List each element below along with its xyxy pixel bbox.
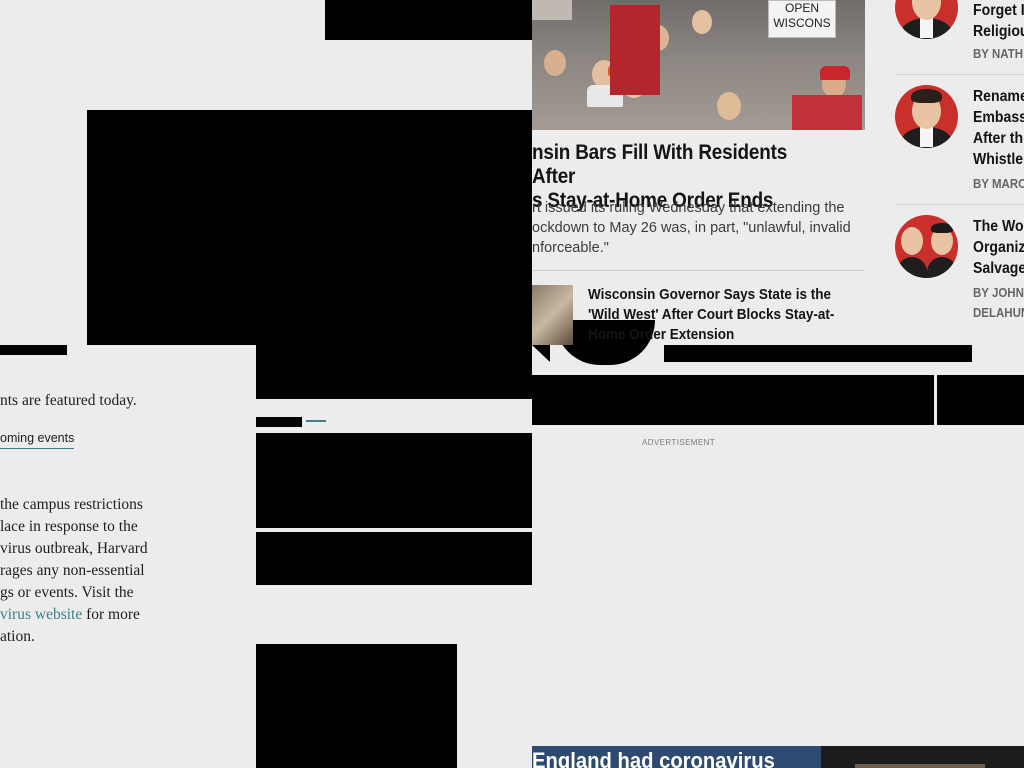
sidebar-title-line: Salvage <box>973 260 1024 277</box>
sidebar-title-line: Whistle <box>973 151 1024 168</box>
notice-line: ation. <box>0 628 35 645</box>
sidebar-story-title[interactable]: Forget I Religiou <box>973 0 1024 42</box>
article-summary: rt issued its ruling Wednesday that exte… <box>532 198 862 258</box>
sidebar-title-line: The Wo <box>973 218 1024 235</box>
sidebar-title-line: Religiou <box>973 23 1024 40</box>
advertisement-label: ADVERTISEMENT <box>642 438 716 447</box>
banner-text: England had coronavirus <box>532 748 775 768</box>
author-avatar[interactable] <box>895 85 958 148</box>
redacted-block <box>256 644 457 768</box>
redacted-block <box>937 375 1024 425</box>
crowd-face <box>544 50 566 76</box>
divider <box>895 204 1024 205</box>
video-banner[interactable]: England had coronavirus <box>532 746 821 768</box>
notice-line: lace in response to the <box>0 518 138 535</box>
notice-line: rages any non-essential <box>0 562 145 579</box>
divider <box>532 270 865 271</box>
crowd-face <box>692 10 712 34</box>
crowd-sign <box>532 0 572 20</box>
notice-line: virus outbreak, Harvard <box>0 540 148 557</box>
summary-line: rt issued its ruling Wednesday that exte… <box>532 200 845 216</box>
sidebar-title-line: Organiz <box>973 239 1024 256</box>
summary-line: nforceable." <box>532 240 609 256</box>
headline-line: nsin Bars Fill With Residents After <box>532 141 788 188</box>
carousel-indicator[interactable] <box>306 420 326 422</box>
summary-line: ockdown to May 26 was, in part, "unlawfu… <box>532 220 851 236</box>
redacted-block <box>256 433 532 528</box>
protest-sign: OPEN WISCONS <box>768 0 836 38</box>
sidebar-story-byline[interactable]: BY JOHN DELAHUN <box>973 283 1024 323</box>
related-article-thumbnail[interactable] <box>532 285 573 345</box>
sidebar-byline-line: BY JOHN <box>973 286 1024 300</box>
video-thumbnail[interactable] <box>821 746 1024 768</box>
crowd-jacket <box>610 5 660 95</box>
sidebar-title-line: Rename <box>973 88 1024 105</box>
author-avatar[interactable] <box>895 215 958 278</box>
coronavirus-website-link[interactable]: virus website <box>0 606 82 623</box>
sidebar-story-byline[interactable]: BY NATH <box>973 44 1023 64</box>
crowd-cap <box>820 66 850 80</box>
crowd-face <box>717 92 741 120</box>
redacted-block <box>87 110 532 345</box>
author-avatar[interactable] <box>895 0 958 39</box>
related-headline-line: Home Order Extension <box>588 326 735 343</box>
upcoming-events-link[interactable]: oming events <box>0 431 75 449</box>
redacted-block <box>0 345 67 355</box>
redacted-block <box>664 345 972 362</box>
notice-line: gs or events. Visit the <box>0 584 134 601</box>
campus-notice: the campus restrictions lace in response… <box>0 494 148 648</box>
related-headline-line: 'Wild West' After Court Blocks Stay-at- <box>588 306 835 323</box>
sidebar-story-title[interactable]: Rename Embass After th Whistle <box>973 86 1024 170</box>
redacted-block <box>256 345 532 399</box>
redacted-block <box>532 375 934 425</box>
related-headline-line: Wisconsin Governor Says State is the <box>588 286 831 303</box>
redacted-block <box>256 417 302 427</box>
divider <box>895 74 1024 75</box>
redacted-block <box>256 532 532 585</box>
sidebar-byline-line: DELAHUN <box>973 306 1024 320</box>
crowd-jacket <box>792 95 862 130</box>
sidebar-title-line: Forget I <box>973 2 1024 19</box>
notice-line: the campus restrictions <box>0 496 143 513</box>
redacted-block <box>325 0 532 40</box>
hero-image[interactable]: OPEN WISCONS <box>532 0 865 130</box>
related-article-headline[interactable]: Wisconsin Governor Says State is the 'Wi… <box>588 285 858 345</box>
sidebar-title-line: After th <box>973 130 1024 147</box>
sidebar-story-title[interactable]: The Wo Organiz Salvage <box>973 216 1024 279</box>
redacted-shape <box>532 345 550 362</box>
notice-line: for more <box>82 606 140 623</box>
sidebar-story-byline[interactable]: BY MARC <box>973 174 1024 194</box>
sidebar-title-line: Embass <box>973 109 1024 126</box>
featured-count-text: nts are featured today. <box>0 392 137 409</box>
